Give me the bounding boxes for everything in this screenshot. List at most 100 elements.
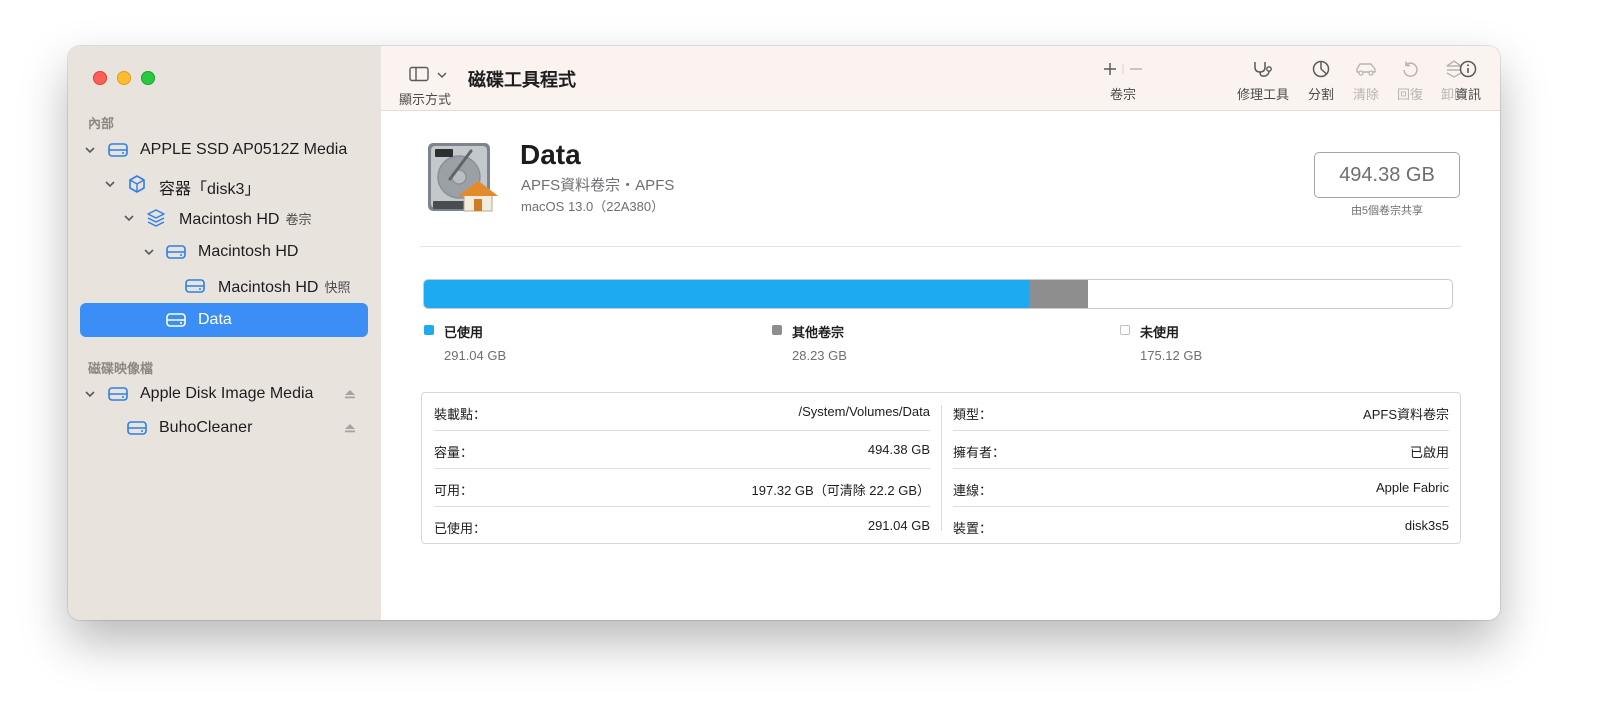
sidebar-item-label: Macintosh HD <box>198 243 299 260</box>
volume-label: 卷宗 <box>1109 87 1136 102</box>
sidebar-item-macintosh-hd[interactable]: Macintosh HD <box>80 235 368 269</box>
toolbar: 顯示方式 磁碟工具程式 卷宗 修理工具 分割 清除 回復 卸除 資訊 <box>381 46 1500 111</box>
app-title: 磁碟工具程式 <box>468 70 576 90</box>
chevron-down-icon[interactable] <box>104 178 116 190</box>
info-column-right: 類型： APFS資料卷宗 擁有者： 已啟用 連線： Apple Fabric 裝置： d… <box>953 393 1449 544</box>
sidebar-item-data[interactable]: Data <box>80 303 368 337</box>
eject-icon[interactable] <box>344 388 356 400</box>
item-kind-suffix: 卷宗 <box>285 212 312 227</box>
volume-name: Data <box>520 139 581 170</box>
sidebar-toggle-icon <box>409 66 429 82</box>
chevron-down-icon[interactable] <box>123 212 135 224</box>
usage-bar-other-segment <box>1029 280 1088 308</box>
info-button[interactable]: 資訊 <box>1451 60 1485 106</box>
erase-car-icon <box>1356 63 1376 76</box>
volume-os-line: macOS 13.0（22A380） <box>521 199 665 214</box>
usage-bar <box>423 279 1453 309</box>
first-aid-button[interactable]: 修理工具 <box>1233 60 1293 106</box>
info-value: 494.38 GB <box>867 442 930 457</box>
erase-label: 清除 <box>1352 87 1379 102</box>
item-name: Macintosh HD <box>218 279 319 296</box>
sidebar-item-label: 容器「disk3」 <box>159 181 261 198</box>
chevron-down-icon[interactable] <box>84 144 96 156</box>
restore-button[interactable]: 回復 <box>1393 60 1427 106</box>
info-column-separator <box>941 405 942 531</box>
info-icon <box>1459 60 1477 78</box>
info-row-available: 可用： 197.32 GB（可清除 22.2 GB） <box>434 469 930 507</box>
other-volumes-swatch <box>772 325 782 335</box>
info-key: 已使用： <box>434 521 487 536</box>
sidebar-item-apple-disk-image-media[interactable]: Apple Disk Image Media <box>80 377 368 411</box>
drive-icon <box>108 143 128 157</box>
drive-icon <box>127 421 147 435</box>
minimize-window-button[interactable] <box>117 71 131 85</box>
sidebar-item-label: Apple Disk Image Media <box>140 385 314 402</box>
drive-icon <box>185 279 205 293</box>
close-window-button[interactable] <box>93 71 107 85</box>
section-header-internal: 內部 <box>88 116 115 131</box>
disk-utility-window: 內部 APPLE SSD AP0512Z Media 容器「disk3」 Mac… <box>68 46 1500 620</box>
volume-detail-pane: Data APFS資料卷宗・APFS macOS 13.0（22A380） 49… <box>381 111 1500 620</box>
header-divider <box>420 246 1461 247</box>
sidebar-item-macintosh-hd-snapshot[interactable]: Macintosh HD 快照 <box>80 269 368 303</box>
free-swatch <box>1120 325 1130 335</box>
capacity-shared-note: 由5個卷宗共享 <box>1350 205 1424 217</box>
other-volumes-value: 28.23 GB <box>792 348 847 363</box>
eject-icon[interactable] <box>344 422 356 434</box>
add-remove-icon[interactable] <box>1096 60 1150 78</box>
erase-button[interactable]: 清除 <box>1349 60 1383 106</box>
info-value: 291.04 GB <box>867 518 930 533</box>
info-key: 可用： <box>434 483 474 498</box>
info-value: /System/Volumes/Data <box>798 404 931 419</box>
sidebar-item-macintosh-hd-volume-group[interactable]: Macintosh HD 卷宗 <box>80 201 368 235</box>
info-row-mount-point: 裝載點： /System/Volumes/Data <box>434 393 930 431</box>
sidebar-item-buhocleaner[interactable]: BuhoCleaner <box>80 411 368 445</box>
drive-icon <box>166 245 186 259</box>
info-label: 資訊 <box>1454 87 1481 102</box>
info-value: 197.32 GB（可清除 22.2 GB） <box>751 483 930 498</box>
partition-pie-icon <box>1312 60 1330 78</box>
info-key: 裝置： <box>953 521 993 536</box>
restore-arrow-icon <box>1403 61 1418 77</box>
info-value: disk3s5 <box>1404 518 1449 533</box>
info-column-left: 裝載點： /System/Volumes/Data 容量： 494.38 GB 可用… <box>434 393 930 544</box>
stethoscope-icon <box>1254 62 1272 77</box>
chevron-down-icon[interactable] <box>84 388 96 400</box>
info-row-used: 已使用： 291.04 GB <box>434 507 930 544</box>
capacity-box: 494.38 GB <box>1314 152 1460 198</box>
drive-icon <box>166 313 186 327</box>
info-row-device: 裝置： disk3s5 <box>953 507 1449 544</box>
drive-icon <box>108 387 128 401</box>
info-key: 連線： <box>953 483 993 498</box>
used-value: 291.04 GB <box>444 348 507 363</box>
info-row-connection: 連線： Apple Fabric <box>953 469 1449 507</box>
info-key: 裝載點： <box>434 407 487 422</box>
sidebar-item-label: BuhoCleaner <box>159 419 253 436</box>
info-row-owners: 擁有者： 已啟用 <box>953 431 1449 469</box>
sidebar-item-label: Macintosh HD 快照 <box>218 277 351 297</box>
usage-bar-used-segment <box>424 280 1030 308</box>
zoom-window-button[interactable] <box>141 71 155 85</box>
first-aid-label: 修理工具 <box>1236 87 1289 102</box>
sidebar-item-container-disk3[interactable]: 容器「disk3」 <box>80 167 368 201</box>
item-kind-suffix: 快照 <box>324 280 351 295</box>
sidebar-item-label: Macintosh HD 卷宗 <box>179 209 312 229</box>
info-row-capacity: 容量： 494.38 GB <box>434 431 930 469</box>
restore-label: 回復 <box>1396 87 1423 102</box>
info-value: 已啟用 <box>1409 445 1449 460</box>
used-label: 已使用 <box>444 325 484 340</box>
free-label: 未使用 <box>1140 325 1180 340</box>
item-name: Macintosh HD <box>179 211 280 228</box>
sidebar-item-apple-ssd[interactable]: APPLE SSD AP0512Z Media <box>80 133 368 167</box>
info-key: 容量： <box>434 445 474 460</box>
partition-button[interactable]: 分割 <box>1306 60 1336 106</box>
partition-label: 分割 <box>1307 87 1334 102</box>
chevron-down-icon[interactable] <box>143 246 155 258</box>
volume-type-line: APFS資料卷宗・APFS <box>521 177 675 194</box>
free-value: 175.12 GB <box>1140 348 1203 363</box>
view-menu-button[interactable]: 顯示方式 <box>399 62 459 108</box>
info-value: APFS資料卷宗 <box>1363 407 1449 422</box>
sidebar-item-label: Data <box>198 311 232 328</box>
info-key: 類型： <box>953 407 993 422</box>
volume-info-table: 裝載點： /System/Volumes/Data 容量： 494.38 GB 可用… <box>421 392 1461 544</box>
